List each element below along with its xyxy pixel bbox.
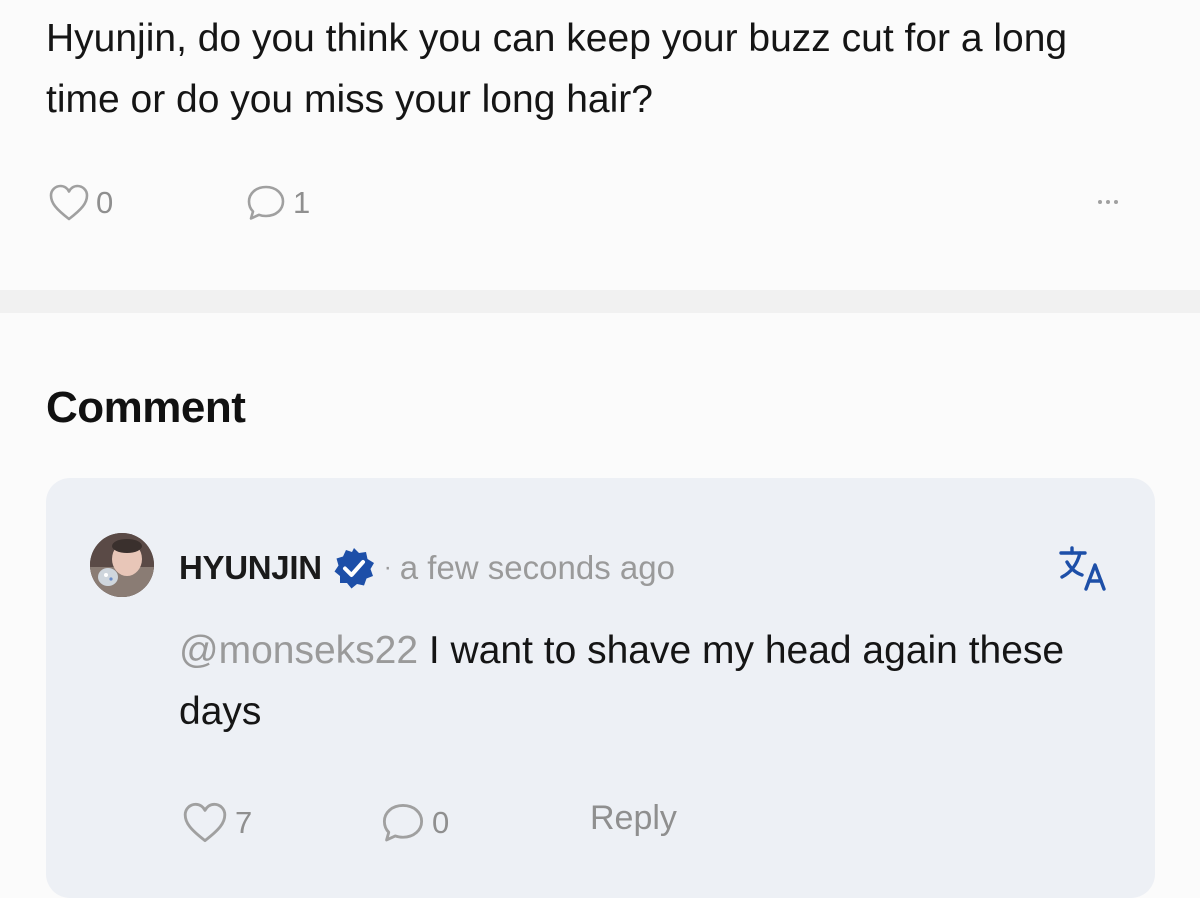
reply-button[interactable]: Reply (590, 799, 677, 838)
comment-reply-count: 0 (432, 805, 450, 840)
post-comment-button[interactable]: 1 (245, 183, 310, 223)
post-comment-count: 1 (293, 185, 311, 220)
avatar[interactable] (90, 533, 154, 597)
section-divider (0, 290, 1200, 313)
heart-icon (183, 802, 227, 843)
avatar-image (90, 533, 154, 597)
verified-badge-icon (334, 548, 374, 589)
translate-icon[interactable] (1058, 545, 1108, 591)
post-like-button[interactable]: 0 (48, 183, 113, 223)
comment-reply-count-button[interactable]: 0 (380, 801, 449, 845)
mention-link[interactable]: @monseks22 (179, 629, 418, 672)
post-text: Hyunjin, do you think you can keep your … (46, 17, 1068, 121)
comments-section-title: Comment (46, 383, 246, 432)
comment-like-count: 7 (235, 805, 253, 840)
meta-separator: · (383, 554, 392, 581)
comment-bubble-icon (382, 804, 424, 842)
post: Hyunjin, do you think you can keep your … (0, 0, 1200, 290)
comment-like-button[interactable]: 7 (181, 801, 252, 845)
post-like-count: 0 (96, 185, 114, 220)
more-horizontal-icon[interactable] (1098, 193, 1118, 211)
comment-body: @monseks22 I want to shave my head again… (179, 620, 1129, 742)
comment-bubble-icon (247, 185, 285, 220)
comment-timestamp: a few seconds ago (399, 549, 675, 586)
heart-icon (49, 184, 89, 221)
comment-header: HYUNJIN · a few seconds ago (179, 545, 675, 591)
comment-author[interactable]: HYUNJIN (179, 549, 322, 587)
